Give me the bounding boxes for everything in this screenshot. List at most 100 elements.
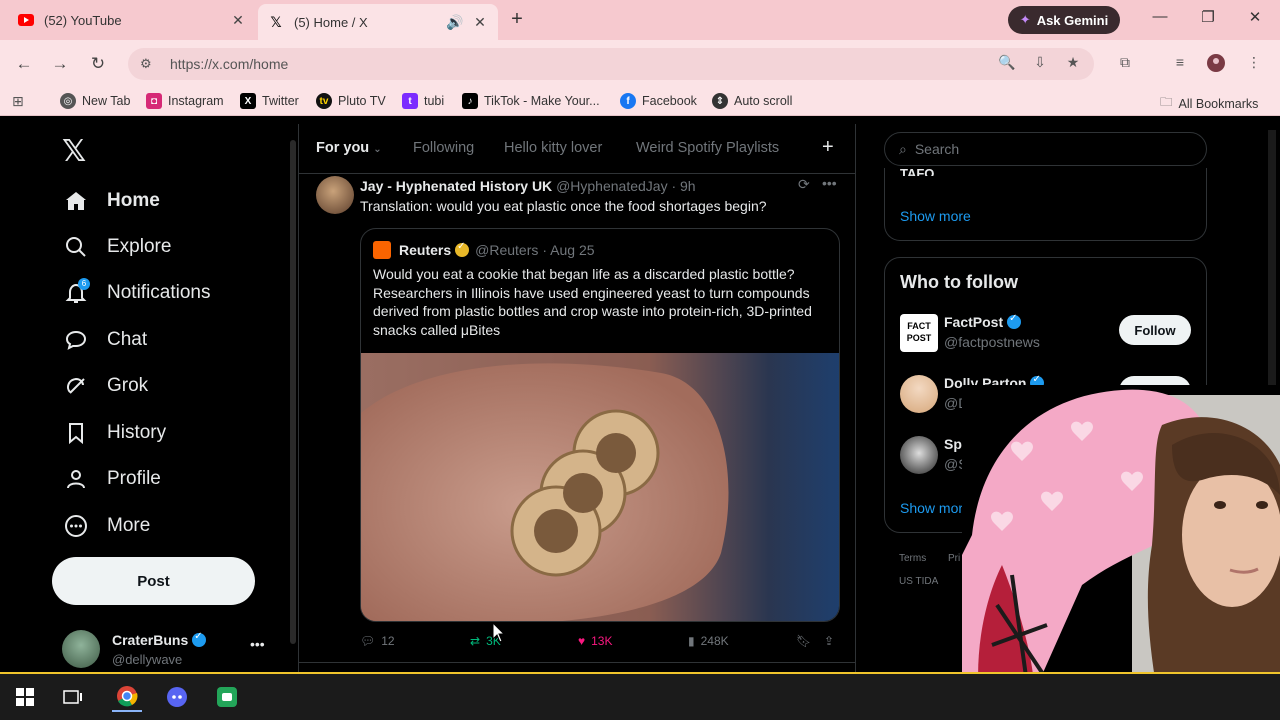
add-tab-icon[interactable]: + [822, 136, 834, 159]
media-control-icon[interactable]: ≡ [1170, 54, 1190, 74]
reply-button[interactable]: 💬︎ 12 [360, 634, 395, 648]
zoom-icon[interactable]: 🔍 [997, 54, 1017, 74]
tweet-author-name[interactable]: Jay - Hyphenated History UK [360, 178, 552, 194]
nav-label: Grok [107, 375, 149, 396]
more-dots-icon[interactable]: ••• [250, 636, 265, 652]
star-icon[interactable]: ★ [1063, 54, 1083, 74]
x-logo-icon[interactable]: 𝕏 [62, 134, 86, 169]
bookmark-icon [62, 419, 90, 447]
nav-more[interactable]: More [62, 511, 150, 541]
bookmark-button[interactable]: 🔖︎ [796, 634, 811, 648]
share-icon: ⇪ [824, 634, 835, 648]
minimize-button[interactable]: — [1150, 8, 1170, 25]
bookmark-label: Pluto TV [338, 94, 386, 108]
quote-time: · Aug 25 [542, 242, 595, 258]
new-tab-button[interactable]: + [506, 8, 528, 30]
restore-button[interactable]: ❐ [1198, 8, 1218, 26]
sidebar-scrollbar[interactable] [290, 140, 296, 644]
tab-for-you[interactable]: For you ⌄ [316, 140, 382, 156]
apps-grid-icon[interactable]: ⊞ [12, 93, 24, 110]
tab-title: (5) Home / X [294, 14, 368, 30]
follow-button[interactable]: Follow [1119, 315, 1191, 345]
trend-title[interactable]: TAFO [900, 166, 934, 176]
views-button[interactable]: ▮ 248K [688, 634, 729, 648]
show-more-link[interactable]: Show more [900, 500, 971, 516]
suggestion-factpost[interactable]: FACTPOST FactPost @factpostnews Follow [900, 313, 1200, 354]
bookmark-label: Twitter [262, 94, 299, 108]
address-bar[interactable]: ⚙ https://x.com/home [128, 48, 1094, 80]
nav-grok[interactable]: Grok [62, 371, 148, 401]
search-input[interactable]: ⌕ Search [884, 132, 1207, 166]
bookmark-new-tab[interactable]: ◎ New Tab [60, 93, 130, 109]
search-placeholder: Search [914, 141, 960, 157]
nav-label: More [107, 515, 151, 536]
view-count: 248K [700, 634, 729, 648]
nav-label: Profile [107, 468, 161, 489]
site-info-icon[interactable]: ⚙ [140, 56, 156, 72]
search-icon [62, 233, 90, 261]
nav-history[interactable]: History [62, 418, 166, 448]
post-button[interactable]: Post [52, 557, 255, 605]
nav-profile[interactable]: Profile [62, 464, 161, 494]
grok-analyze-icon[interactable]: ⟳ [798, 176, 810, 193]
more-dots-icon[interactable]: ••• [822, 175, 837, 191]
install-app-icon[interactable]: ⇩ [1030, 54, 1050, 74]
notification-badge: 6 [78, 278, 90, 290]
bookmark-tiktok[interactable]: ♪ TikTok - Make Your... [462, 93, 600, 109]
app-taskbar-icon[interactable] [212, 682, 242, 712]
nav-home[interactable]: Home [62, 186, 160, 216]
cookie-photo[interactable] [361, 353, 839, 621]
tab-hello-kitty-lover[interactable]: Hello kitty lover [504, 140, 602, 156]
extensions-icon[interactable]: ⧉ [1115, 54, 1135, 74]
chrome-taskbar-icon[interactable] [112, 682, 142, 712]
account-handle: @dellywave [112, 652, 183, 667]
forward-arrow-icon[interactable]: → [48, 52, 72, 76]
footer-privacy-link[interactable]: Pri [948, 553, 960, 564]
account-switcher[interactable]: CraterBuns @dellywave ••• [62, 630, 272, 670]
nav-label: Chat [107, 329, 148, 350]
discord-taskbar-icon[interactable] [162, 682, 192, 712]
share-button[interactable]: ⇪ [824, 634, 834, 648]
avatar[interactable] [316, 176, 354, 214]
divider [298, 124, 299, 672]
nav-chat[interactable]: Chat [62, 325, 147, 355]
show-more-link[interactable]: Show more [900, 208, 971, 224]
tab-x-home[interactable]: 𝕏 (5) Home / X 🔊 ✕ [258, 4, 498, 40]
tab-weird-spotify-playlists[interactable]: Weird Spotify Playlists [636, 140, 779, 156]
bookmark-auto-scroll[interactable]: ⇕ Auto scroll [712, 93, 792, 109]
person-icon [62, 465, 90, 493]
bookmark-twitter[interactable]: X Twitter [240, 93, 299, 109]
footer-terms-link[interactable]: Terms [899, 553, 926, 564]
kebab-menu-icon[interactable]: ⋮ [1244, 54, 1264, 74]
ask-gemini-button[interactable]: ✦ Ask Gemini [1008, 6, 1120, 34]
footer-link[interactable]: US TIDA [899, 576, 938, 587]
bookmark-tubi[interactable]: t tubi [402, 93, 444, 109]
all-bookmarks[interactable]: 🗀 All Bookmarks [1160, 93, 1258, 114]
tab-following[interactable]: Following [413, 140, 474, 156]
quote-author-handle: @Reuters [475, 242, 539, 258]
bookmark-instagram[interactable]: ◘ Instagram [146, 93, 224, 109]
verified-icon [1007, 313, 1022, 329]
bookmark-facebook[interactable]: f Facebook [620, 93, 697, 109]
close-window-button[interactable]: ✕ [1245, 8, 1265, 26]
task-view-icon[interactable] [58, 682, 88, 712]
tweet-time[interactable]: · 9h [671, 178, 695, 194]
avatar [62, 630, 100, 668]
speaker-icon[interactable]: 🔊 [446, 14, 463, 31]
close-icon[interactable]: ✕ [472, 14, 488, 31]
tab-youtube[interactable]: (52) YouTube ✕ [8, 4, 256, 36]
reload-icon[interactable]: ↻ [86, 52, 110, 76]
profile-avatar-icon[interactable] [1206, 54, 1226, 74]
quote-tweet[interactable]: Reuters @Reuters · Aug 25 Would you eat … [360, 228, 840, 622]
back-arrow-icon[interactable]: ← [12, 52, 36, 76]
nav-explore[interactable]: Explore [62, 232, 171, 262]
chat-icon [62, 326, 90, 354]
windows-start-icon[interactable] [10, 682, 40, 712]
tweet-author-handle[interactable]: @HyphenatedJay [556, 178, 668, 194]
like-button[interactable]: ♥ 13K [578, 634, 612, 648]
reply-count: 12 [381, 634, 395, 648]
close-icon[interactable]: ✕ [230, 12, 246, 29]
like-count: 13K [591, 634, 613, 648]
bookmark-pluto-tv[interactable]: tv Pluto TV [316, 93, 386, 109]
account-name: CraterBuns [112, 632, 189, 648]
